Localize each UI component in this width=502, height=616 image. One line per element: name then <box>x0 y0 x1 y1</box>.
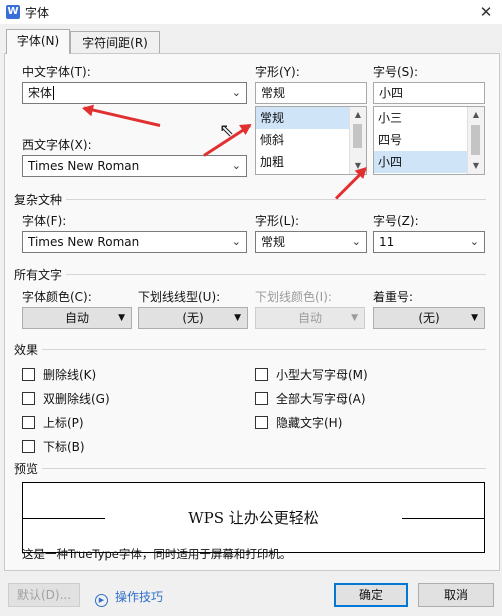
checkbox-box[interactable] <box>255 392 268 405</box>
divider <box>42 468 486 469</box>
checkbox-box[interactable] <box>22 368 35 381</box>
chevron-down-icon: ⌄ <box>231 159 241 172</box>
complex-size-label: 字号(Z): <box>373 214 419 228</box>
checkbox-label: 双删除线(G) <box>43 392 110 406</box>
triangle-down-icon: ▼ <box>471 313 478 323</box>
complex-style-label: 字形(L): <box>255 214 300 228</box>
emphasis-label: 着重号: <box>373 290 414 304</box>
complex-font-select[interactable]: Times New Roman ⌄ <box>22 231 247 253</box>
preview-box: WPS 让办公更轻松 <box>22 482 485 553</box>
operation-tips-label: 操作技巧 <box>115 590 164 604</box>
size-input[interactable]: 小四 <box>373 82 485 104</box>
style-input[interactable]: 常规 <box>255 82 367 104</box>
style-list[interactable]: 常规 倾斜 加粗 ▲ ▼ <box>255 106 367 175</box>
complex-style-value: 常规 <box>261 235 286 249</box>
checkbox-label: 删除线(K) <box>43 368 97 382</box>
emphasis-value: (无) <box>418 311 440 325</box>
font-color-value: 自动 <box>64 311 89 325</box>
chinese-font-value: 宋体 <box>28 86 53 100</box>
chevron-down-icon: ⌄ <box>469 235 479 248</box>
checkbox-label: 下标(B) <box>43 440 85 454</box>
underline-type-value: (无) <box>182 311 204 325</box>
checkbox-hidden-text[interactable]: 隐藏文字(H) <box>255 414 342 432</box>
emphasis-dropdown[interactable]: (无) ▼ <box>373 307 485 329</box>
underline-color-value: 自动 <box>297 311 322 325</box>
style-label: 字形(Y): <box>255 65 300 79</box>
title-bar <box>0 0 502 24</box>
checkbox-all-caps[interactable]: 全部大写字母(A) <box>255 390 366 408</box>
window-title: 字体 <box>25 6 50 20</box>
cancel-button[interactable]: 取消 <box>418 583 494 607</box>
size-list[interactable]: 小三 四号 小四 ▲ ▼ <box>373 106 485 175</box>
ok-button[interactable]: 确定 <box>334 583 408 607</box>
western-font-value: Times New Roman <box>28 159 140 173</box>
checkbox-box[interactable] <box>255 368 268 381</box>
scroll-up-icon[interactable]: ▲ <box>468 108 484 122</box>
complex-style-select[interactable]: 常规 ⌄ <box>255 231 367 253</box>
checkbox-label: 小型大写字母(M) <box>276 368 368 382</box>
checkbox-subscript[interactable]: 下标(B) <box>22 438 85 456</box>
complex-font-value: Times New Roman <box>28 235 140 249</box>
underline-color-dropdown: 自动 ▼ <box>255 307 365 329</box>
scroll-thumb[interactable] <box>353 124 362 148</box>
checkbox-strikethrough[interactable]: 删除线(K) <box>22 366 96 384</box>
underline-type-dropdown[interactable]: (无) ▼ <box>138 307 248 329</box>
default-button[interactable]: 默认(D)... <box>8 583 80 607</box>
checkbox-box[interactable] <box>22 392 35 405</box>
operation-tips-link[interactable]: ▶ 操作技巧 <box>95 588 163 607</box>
checkbox-box[interactable] <box>22 416 35 429</box>
checkbox-box[interactable] <box>255 416 268 429</box>
checkbox-label: 全部大写字母(A) <box>276 392 366 406</box>
tab-character-spacing[interactable]: 字符间距(R) <box>70 31 160 54</box>
western-font-label: 西文字体(X): <box>22 138 92 152</box>
divider <box>66 274 486 275</box>
font-color-label: 字体颜色(C): <box>22 290 92 304</box>
scroll-thumb[interactable] <box>471 125 480 155</box>
underline-type-label: 下划线线型(U): <box>138 290 221 304</box>
preview-sample-text: WPS 让办公更轻松 <box>188 509 319 527</box>
all-text-section: 所有文字 <box>14 268 63 282</box>
effects-section: 效果 <box>14 343 39 357</box>
size-list-scrollbar[interactable]: ▲ ▼ <box>467 107 484 174</box>
tab-font[interactable]: 字体(N) <box>6 29 70 54</box>
size-label: 字号(S): <box>373 65 419 79</box>
scroll-down-icon[interactable]: ▼ <box>468 159 484 173</box>
complex-size-value: 11 <box>379 235 395 249</box>
close-icon[interactable]: ✕ <box>474 2 498 22</box>
chinese-font-select[interactable]: 宋体 ⌄ <box>22 82 247 104</box>
chevron-down-icon: ⌄ <box>231 86 241 99</box>
checkbox-box[interactable] <box>22 440 35 453</box>
checkbox-double-strikethrough[interactable]: 双删除线(G) <box>22 390 110 408</box>
divider <box>66 199 486 200</box>
checkbox-small-caps[interactable]: 小型大写字母(M) <box>255 366 368 384</box>
checkbox-superscript[interactable]: 上标(P) <box>22 414 84 432</box>
triangle-down-icon: ▼ <box>351 313 358 323</box>
divider <box>42 349 486 350</box>
play-circle-icon: ▶ <box>95 594 108 607</box>
checkbox-label: 隐藏文字(H) <box>276 416 343 430</box>
complex-size-select[interactable]: 11 ⌄ <box>373 231 485 253</box>
complex-script-section: 复杂文种 <box>14 193 63 207</box>
wps-writer-icon: W <box>6 5 20 19</box>
western-font-select[interactable]: Times New Roman ⌄ <box>22 155 247 177</box>
chinese-font-label: 中文字体(T): <box>22 65 91 79</box>
triangle-down-icon: ▼ <box>118 313 125 323</box>
font-color-dropdown[interactable]: 自动 ▼ <box>22 307 132 329</box>
triangle-down-icon: ▼ <box>234 313 241 323</box>
scroll-up-icon[interactable]: ▲ <box>350 108 366 122</box>
underline-color-label: 下划线颜色(I): <box>255 290 332 304</box>
checkbox-label: 上标(P) <box>43 416 84 430</box>
font-type-note: 这是一种TrueType字体，同时适用于屏幕和打印机。 <box>22 547 292 561</box>
chevron-down-icon: ⌄ <box>231 235 241 248</box>
preview-section: 预览 <box>14 462 39 476</box>
complex-font-label: 字体(F): <box>22 214 67 228</box>
chevron-down-icon: ⌄ <box>351 235 361 248</box>
